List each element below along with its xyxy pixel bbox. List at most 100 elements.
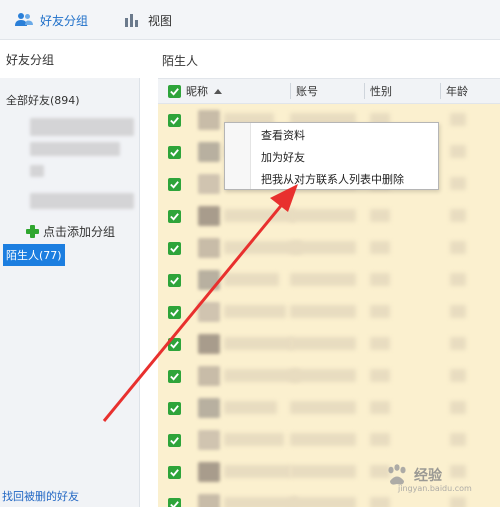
row-checkbox[interactable] bbox=[168, 242, 181, 255]
avatar bbox=[198, 302, 220, 322]
watermark-url: jingyan.baidu.com bbox=[398, 484, 472, 493]
age-cell bbox=[450, 241, 466, 254]
nickname-cell bbox=[224, 337, 293, 350]
table-row[interactable] bbox=[158, 328, 500, 360]
avatar bbox=[198, 398, 220, 418]
age-cell bbox=[450, 401, 466, 414]
row-checkbox[interactable] bbox=[168, 498, 181, 507]
view-tab[interactable]: 视图 bbox=[122, 0, 172, 40]
account-cell bbox=[290, 337, 356, 350]
nickname-cell bbox=[224, 433, 284, 446]
groups-header: 好友分组 bbox=[0, 40, 140, 78]
table-row[interactable] bbox=[158, 200, 500, 232]
groups-sidebar: 全部好友(894) 点击添加分组 陌生人(77) bbox=[0, 78, 140, 507]
row-checkbox[interactable] bbox=[168, 338, 181, 351]
group-item-redacted[interactable] bbox=[30, 165, 44, 177]
menu-item-add-friend[interactable]: 加为好友 bbox=[261, 146, 437, 168]
gender-cell bbox=[370, 209, 390, 222]
row-checkbox[interactable] bbox=[168, 466, 181, 479]
row-checkbox[interactable] bbox=[168, 114, 181, 127]
avatar bbox=[198, 494, 220, 507]
group-item-strangers-label: 陌生人(77) bbox=[6, 249, 62, 262]
group-item-all-friends[interactable]: 全部好友(894) bbox=[6, 92, 80, 108]
nickname-cell bbox=[224, 369, 300, 382]
gender-cell bbox=[370, 305, 390, 318]
nickname-cell bbox=[224, 273, 279, 286]
age-cell bbox=[450, 113, 466, 126]
context-menu: 查看资料 加为好友 把我从对方联系人列表中删除 bbox=[224, 122, 439, 190]
account-cell bbox=[290, 369, 356, 382]
menu-item-view-profile[interactable]: 查看资料 bbox=[261, 124, 437, 146]
view-label: 视图 bbox=[148, 13, 173, 28]
avatar bbox=[198, 270, 220, 290]
account-cell bbox=[290, 465, 356, 478]
group-item-redacted[interactable] bbox=[30, 118, 134, 136]
table-row[interactable] bbox=[158, 360, 500, 392]
avatar bbox=[198, 206, 220, 226]
table-row[interactable] bbox=[158, 392, 500, 424]
gender-cell bbox=[370, 241, 390, 254]
watermark-text: 经验 bbox=[414, 468, 442, 484]
gender-cell bbox=[370, 433, 390, 446]
account-cell bbox=[290, 273, 356, 286]
row-checkbox[interactable] bbox=[168, 306, 181, 319]
group-item-strangers[interactable]: 陌生人(77) bbox=[3, 244, 65, 266]
group-item-redacted[interactable] bbox=[30, 193, 134, 209]
account-cell bbox=[290, 305, 356, 318]
column-header-account[interactable]: 账号 bbox=[296, 79, 318, 103]
table-row[interactable] bbox=[158, 264, 500, 296]
bar-chart-icon bbox=[122, 10, 142, 30]
avatar bbox=[198, 334, 220, 354]
menu-item-remove-from-list[interactable]: 把我从对方联系人列表中删除 bbox=[261, 168, 437, 190]
age-cell bbox=[450, 177, 466, 190]
gender-cell bbox=[370, 497, 390, 507]
table-row[interactable] bbox=[158, 424, 500, 456]
gender-cell bbox=[370, 273, 390, 286]
age-cell bbox=[450, 209, 466, 222]
account-cell bbox=[290, 433, 356, 446]
age-cell bbox=[450, 369, 466, 382]
row-checkbox[interactable] bbox=[168, 210, 181, 223]
account-cell bbox=[290, 241, 356, 254]
column-divider[interactable] bbox=[364, 83, 365, 99]
row-checkbox[interactable] bbox=[168, 434, 181, 447]
table-header: 昵称 账号 性别 年龄 bbox=[158, 78, 500, 104]
row-checkbox[interactable] bbox=[168, 370, 181, 383]
table-row[interactable] bbox=[158, 296, 500, 328]
table-row[interactable] bbox=[158, 232, 500, 264]
context-menu-gutter bbox=[225, 123, 251, 189]
column-divider[interactable] bbox=[440, 83, 441, 99]
gender-cell bbox=[370, 337, 390, 350]
age-cell bbox=[450, 433, 466, 446]
account-cell bbox=[290, 401, 356, 414]
column-header-age[interactable]: 年龄 bbox=[446, 79, 468, 103]
nickname-cell bbox=[224, 209, 295, 222]
row-checkbox[interactable] bbox=[168, 402, 181, 415]
add-group-button[interactable]: 点击添加分组 bbox=[26, 223, 115, 240]
column-divider[interactable] bbox=[290, 83, 291, 99]
page-title: 陌生人 bbox=[162, 54, 199, 68]
group-item-redacted[interactable] bbox=[30, 142, 120, 156]
avatar bbox=[198, 174, 220, 194]
friend-groups-label: 好友分组 bbox=[40, 13, 89, 28]
column-header-nickname[interactable]: 昵称 bbox=[186, 79, 222, 103]
age-cell bbox=[450, 305, 466, 318]
row-checkbox[interactable] bbox=[168, 178, 181, 191]
avatar bbox=[198, 366, 220, 386]
toolbar: 好友分组 视图 bbox=[0, 0, 500, 40]
row-checkbox[interactable] bbox=[168, 274, 181, 287]
age-cell bbox=[450, 273, 466, 286]
row-checkbox[interactable] bbox=[168, 146, 181, 159]
avatar bbox=[198, 430, 220, 450]
nickname-cell bbox=[224, 465, 291, 478]
sort-ascending-icon bbox=[214, 88, 222, 94]
age-cell bbox=[450, 337, 466, 350]
avatar bbox=[198, 110, 220, 130]
nickname-cell bbox=[224, 305, 286, 318]
friend-groups-tab[interactable]: 好友分组 bbox=[14, 0, 88, 40]
find-deleted-friends-link[interactable]: 找回被删的好友 bbox=[2, 488, 79, 504]
column-header-gender[interactable]: 性别 bbox=[370, 79, 392, 103]
groups-header-label: 好友分组 bbox=[6, 52, 55, 67]
select-all-checkbox[interactable] bbox=[168, 85, 181, 98]
account-cell bbox=[290, 209, 356, 222]
